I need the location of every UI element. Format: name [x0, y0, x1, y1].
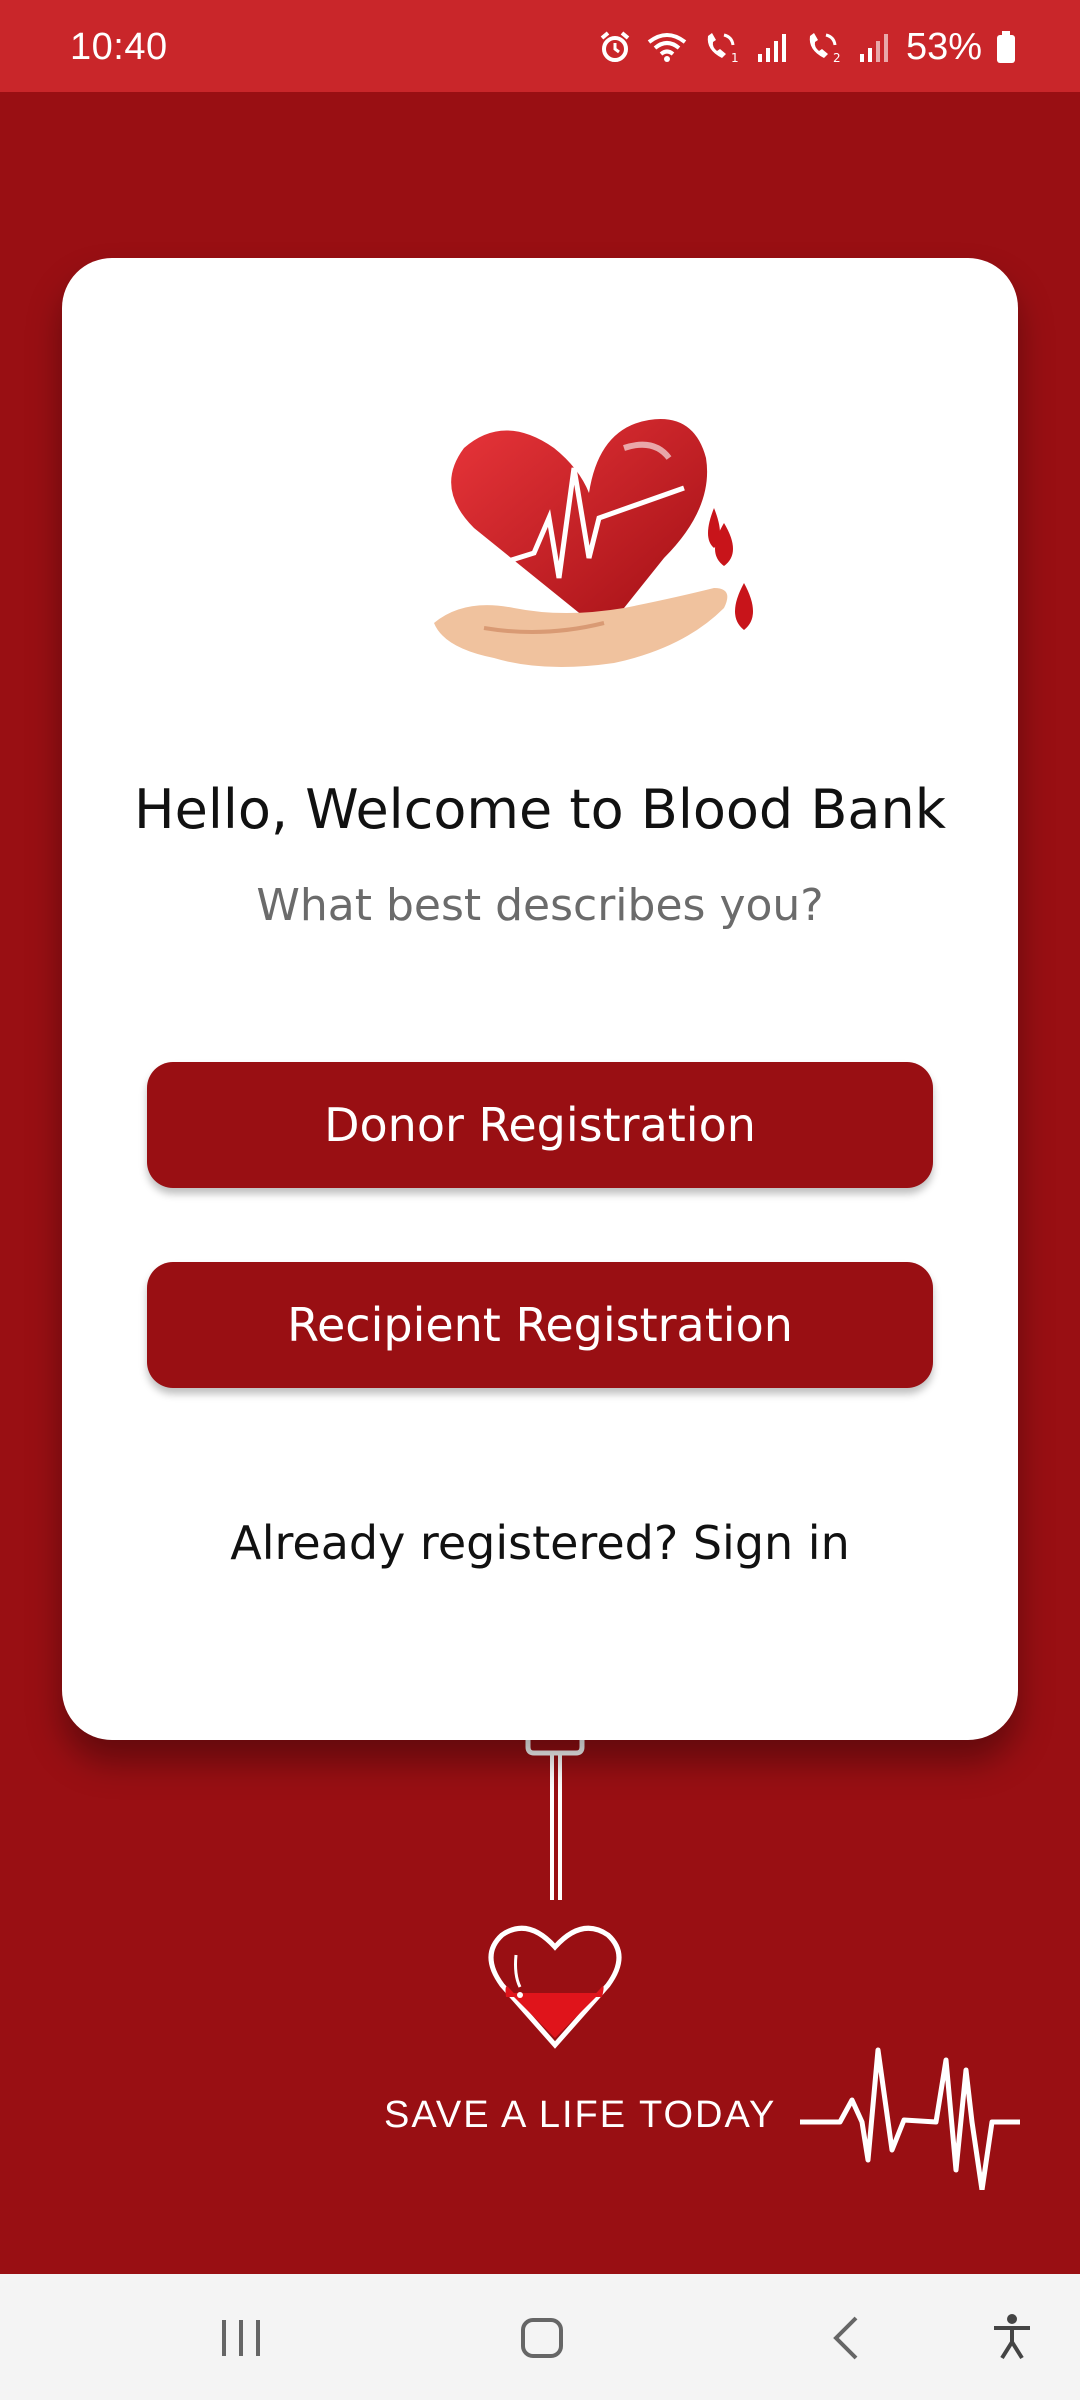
battery-icon — [996, 30, 1016, 64]
call-sim1-icon: 1 — [702, 30, 742, 64]
sign-in-link[interactable]: Already registered? Sign in — [62, 1516, 1018, 1570]
battery-percent: 53% — [905, 25, 982, 68]
call-sim2-icon: 2 — [804, 30, 844, 64]
status-time: 10:40 — [70, 26, 168, 68]
back-icon[interactable] — [828, 2312, 864, 2367]
wifi-icon — [646, 30, 688, 64]
welcome-card: Hello, Welcome to Blood Bank What best d… — [62, 258, 1018, 1740]
recipient-registration-button[interactable]: Recipient Registration — [147, 1262, 933, 1388]
home-icon[interactable] — [520, 2312, 564, 2367]
heartbeat-icon — [800, 2047, 1020, 2190]
status-bar: 10:40 1 2 53% — [0, 0, 1080, 92]
donor-registration-button[interactable]: Donor Registration — [147, 1062, 933, 1188]
svg-text:2: 2 — [833, 51, 841, 64]
accessibility-icon[interactable] — [990, 2312, 1034, 2367]
signal-sim2-icon — [858, 30, 892, 64]
status-icons: 1 2 53% — [598, 22, 1016, 72]
blood-drip-heart-icon — [488, 1735, 622, 2049]
tagline: SAVE A LIFE TODAY — [384, 2094, 777, 2136]
recents-icon[interactable] — [218, 2312, 264, 2367]
heart-in-hand-logo-icon — [434, 419, 753, 667]
navigation-bar — [0, 2274, 1080, 2400]
page-title: Hello, Welcome to Blood Bank — [134, 778, 946, 841]
alarm-icon — [598, 30, 632, 64]
page-subtitle: What best describes you? — [256, 880, 824, 931]
signal-sim1-icon — [756, 30, 790, 64]
svg-text:1: 1 — [731, 51, 739, 64]
